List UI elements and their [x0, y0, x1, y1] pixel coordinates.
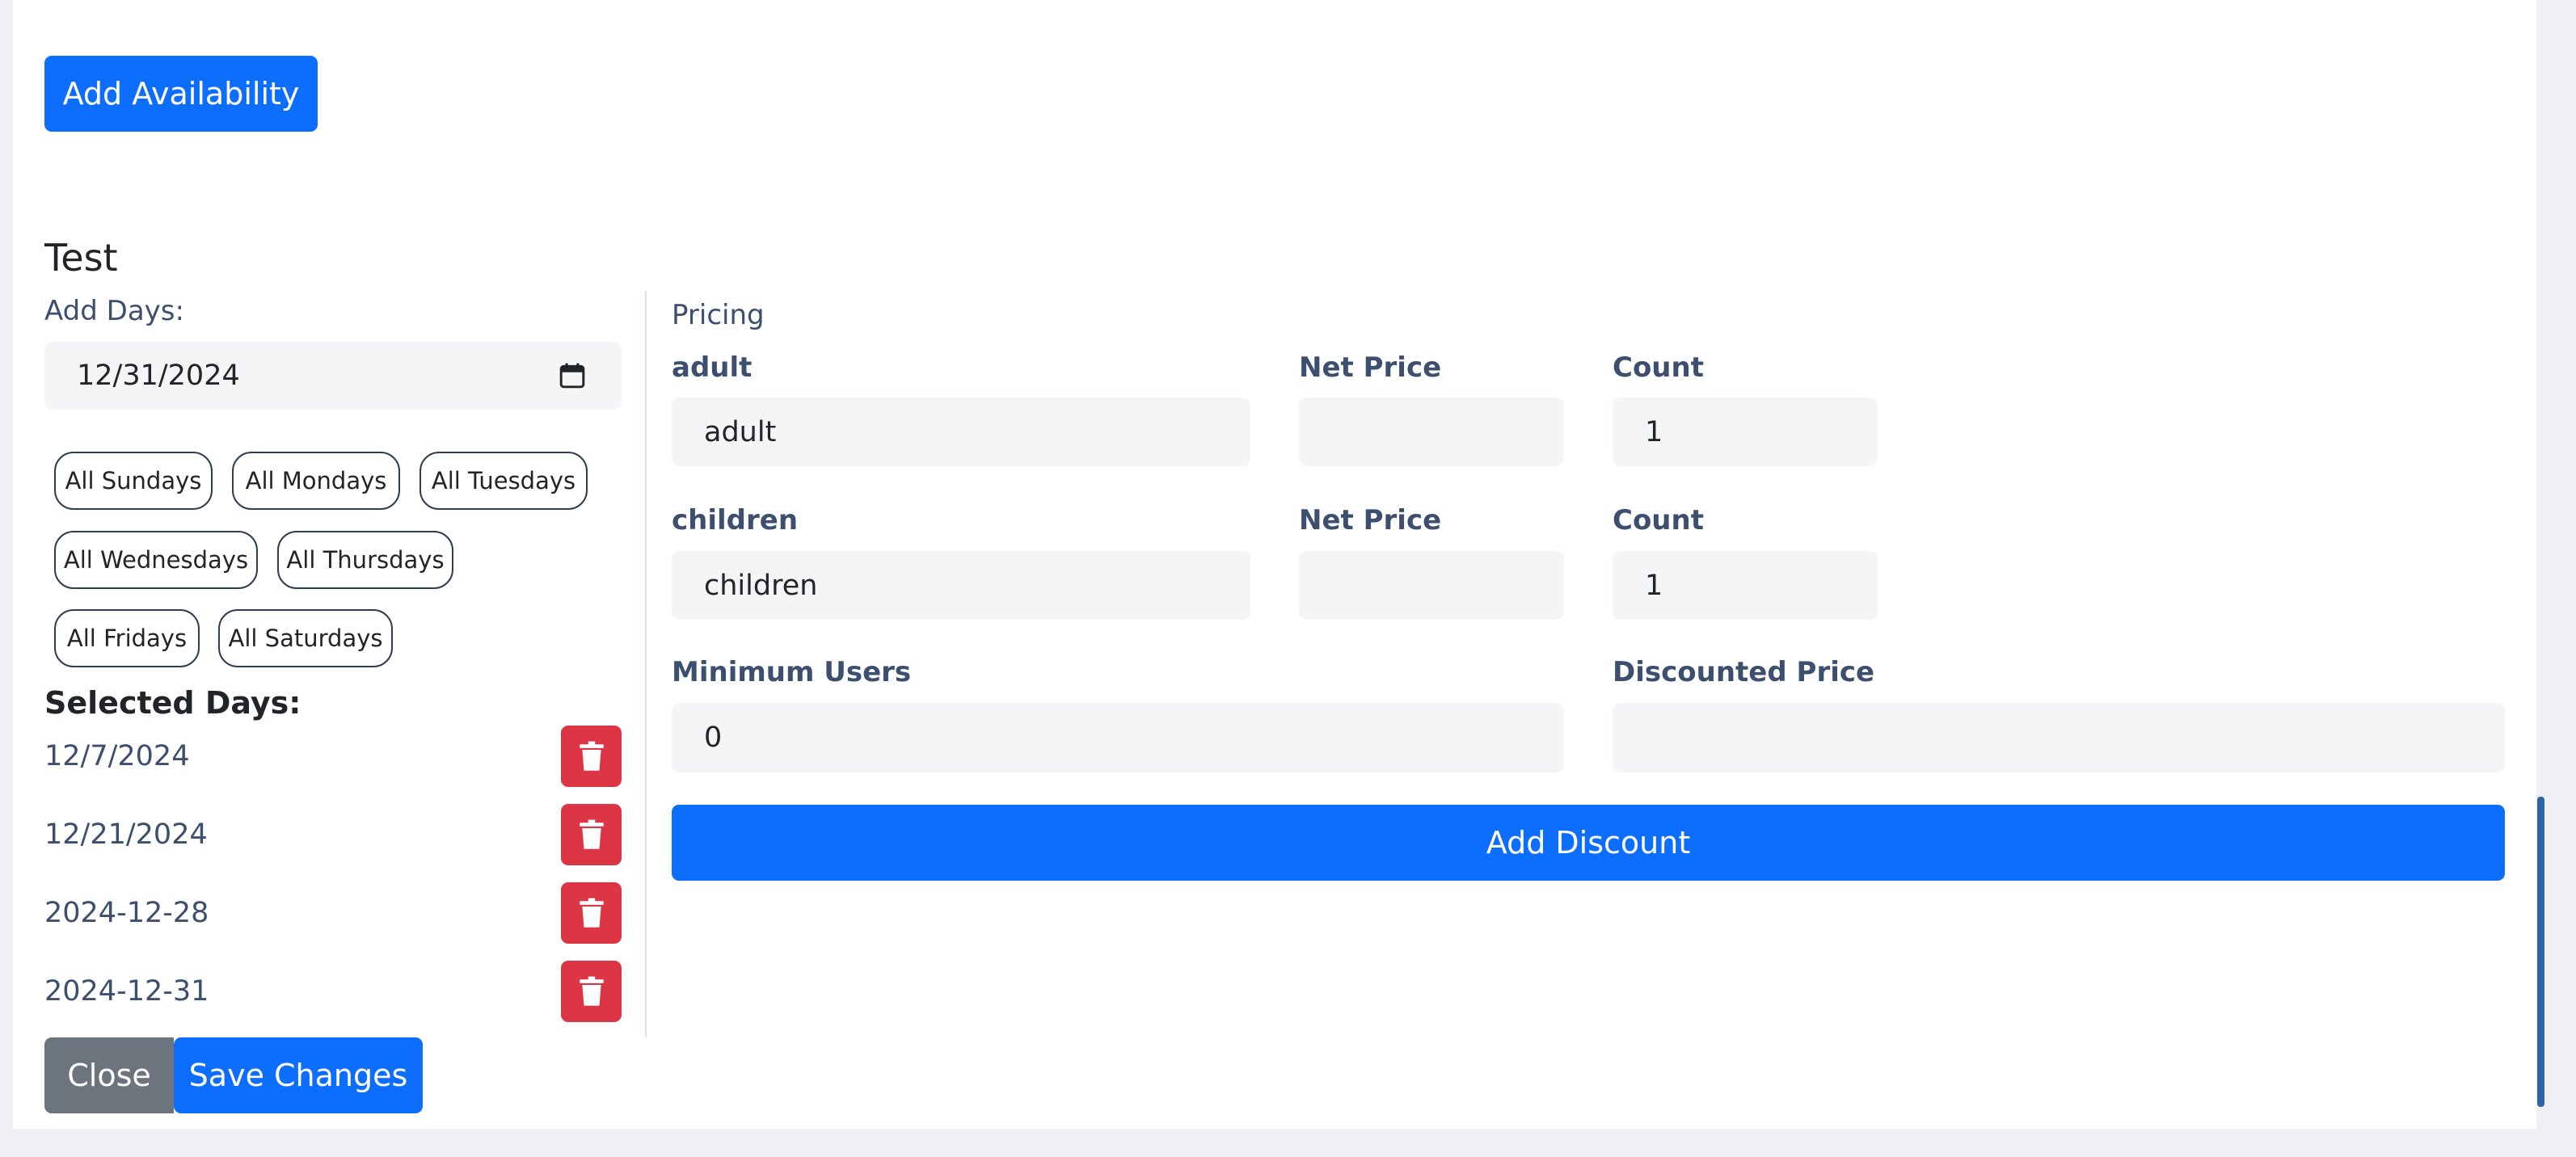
minimum-users-input[interactable]: 0	[672, 703, 1564, 772]
all-wednesdays-pill[interactable]: All Wednesdays	[54, 531, 258, 589]
count-label: Count	[1613, 504, 1704, 536]
price-type-value: adult	[704, 415, 777, 448]
count-input[interactable]: 1	[1613, 398, 1878, 466]
price-type-label: adult	[672, 351, 753, 384]
all-fridays-pill[interactable]: All Fridays	[54, 609, 200, 667]
date-input-value: 12/31/2024	[77, 360, 240, 392]
column-divider	[645, 291, 647, 1037]
minimum-users-label: Minimum Users	[672, 656, 912, 688]
price-type-input[interactable]: children	[672, 551, 1250, 620]
all-tuesdays-pill[interactable]: All Tuesdays	[419, 452, 588, 510]
add-discount-button[interactable]: Add Discount	[672, 805, 2505, 881]
save-changes-button[interactable]: Save Changes	[174, 1037, 423, 1113]
add-availability-button[interactable]: Add Availability	[44, 56, 318, 132]
count-input[interactable]: 1	[1613, 551, 1878, 620]
all-sundays-pill[interactable]: All Sundays	[54, 452, 213, 510]
net-price-input[interactable]	[1299, 398, 1564, 466]
add-days-label: Add Days:	[44, 295, 184, 327]
selected-day-item: 2024-12-31	[44, 975, 209, 1008]
minimum-users-value: 0	[704, 722, 723, 754]
trash-icon	[579, 741, 604, 771]
all-saturdays-pill[interactable]: All Saturdays	[218, 609, 393, 667]
discounted-price-label: Discounted Price	[1613, 656, 1875, 688]
selected-day-item: 12/21/2024	[44, 818, 208, 851]
all-thursdays-pill[interactable]: All Thursdays	[277, 531, 453, 589]
count-value: 1	[1645, 569, 1663, 602]
net-price-label: Net Price	[1299, 504, 1442, 536]
selected-day-item: 12/7/2024	[44, 740, 190, 772]
count-value: 1	[1645, 415, 1663, 448]
date-input[interactable]: 12/31/2024	[44, 342, 622, 410]
net-price-input[interactable]	[1299, 551, 1564, 620]
price-type-input[interactable]: adult	[672, 398, 1250, 466]
calendar-icon[interactable]	[559, 361, 586, 390]
delete-day-button[interactable]	[561, 961, 622, 1022]
section-title: Test	[44, 236, 118, 280]
discounted-price-input[interactable]	[1613, 703, 2505, 772]
pricing-title: Pricing	[672, 299, 765, 331]
net-price-label: Net Price	[1299, 351, 1442, 384]
delete-day-button[interactable]	[561, 882, 622, 944]
selected-days-label: Selected Days:	[44, 685, 301, 721]
trash-icon	[579, 898, 604, 928]
scrollbar-thumb[interactable]	[2537, 797, 2544, 1107]
trash-icon	[579, 819, 604, 849]
selected-day-item: 2024-12-28	[44, 897, 209, 929]
delete-day-button[interactable]	[561, 726, 622, 787]
trash-icon	[579, 976, 604, 1006]
all-mondays-pill[interactable]: All Mondays	[232, 452, 400, 510]
count-label: Count	[1613, 351, 1704, 384]
close-button[interactable]: Close	[44, 1037, 174, 1113]
delete-day-button[interactable]	[561, 804, 622, 865]
price-type-value: children	[704, 569, 818, 602]
price-type-label: children	[672, 504, 799, 536]
